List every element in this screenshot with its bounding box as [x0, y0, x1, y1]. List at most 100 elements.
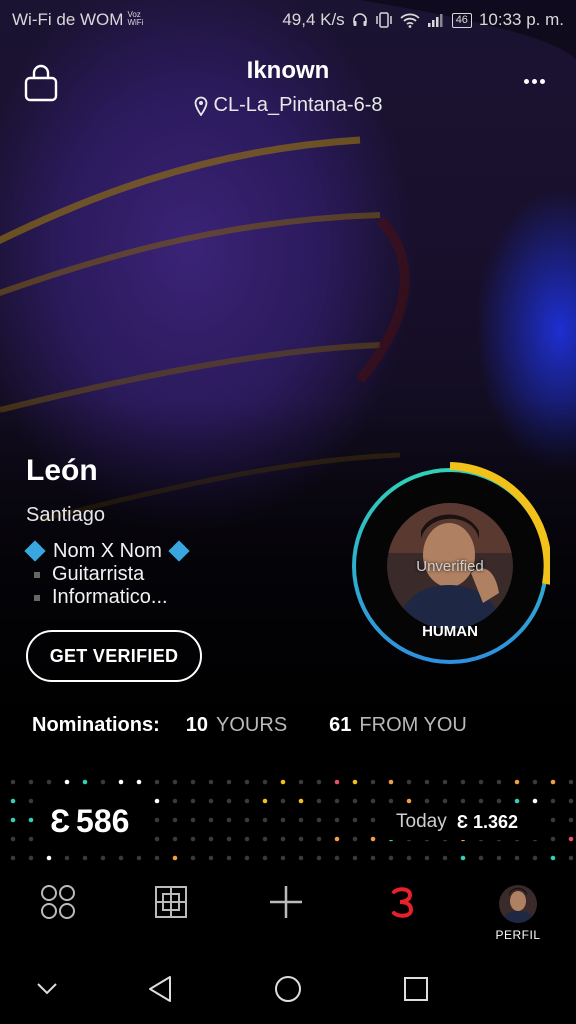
- activity-dot: [316, 836, 322, 842]
- location-text: CL-La_Pintana-6-8: [213, 94, 383, 116]
- activity-dot: [352, 836, 358, 842]
- activity-dot: [226, 836, 232, 842]
- activity-dot: [280, 779, 286, 785]
- activity-dot: [10, 817, 16, 823]
- activity-dot: [352, 855, 358, 861]
- activity-dot: [406, 855, 412, 861]
- activity-dot: [550, 779, 556, 785]
- activity-dot: [568, 779, 574, 785]
- activity-dot: [316, 779, 322, 785]
- tab-wallet[interactable]: [372, 884, 432, 944]
- nominations-from-you-count[interactable]: 61: [329, 714, 351, 737]
- home-icon[interactable]: [273, 974, 303, 1004]
- activity-dot: [478, 798, 484, 804]
- activity-dot: [226, 779, 232, 785]
- recent-apps-icon[interactable]: [403, 974, 429, 1004]
- location-label[interactable]: CL-La_Pintana-6-8: [0, 94, 576, 117]
- activity-dot: [244, 817, 250, 823]
- activity-dot: [496, 798, 502, 804]
- activity-dot: [244, 779, 250, 785]
- bio-line-2: Guitarrista: [52, 563, 145, 585]
- activity-dot: [442, 779, 448, 785]
- carrier-label: Wi-Fi de WOM: [12, 10, 124, 29]
- activity-dot: [352, 798, 358, 804]
- activity-dot: [478, 855, 484, 861]
- activity-dot: [298, 855, 304, 861]
- activity-dot: [370, 817, 376, 823]
- activity-dot: [460, 855, 466, 861]
- activity-dot: [262, 798, 268, 804]
- activity-dot: [514, 779, 520, 785]
- activity-dot: [46, 779, 52, 785]
- activity-dot: [280, 855, 286, 861]
- system-navigation-bar: [0, 954, 576, 1024]
- activity-dot: [172, 855, 178, 861]
- activity-dot: [64, 855, 70, 861]
- status-bar: Wi-Fi de WOM Voz WiFi 49,4 K/s 46 10:33 p…: [0, 0, 576, 40]
- voz-wifi-badge: Voz WiFi: [127, 10, 144, 27]
- activity-dot: [190, 779, 196, 785]
- nominations-yours-label[interactable]: YOURS: [216, 714, 287, 737]
- activity-dot: [334, 836, 340, 842]
- grid-icon: [155, 886, 187, 918]
- activity-dot: [316, 855, 322, 861]
- activity-dot: [388, 779, 394, 785]
- activity-dot: [568, 798, 574, 804]
- battery-icon: 46: [451, 12, 472, 28]
- tab-grid[interactable]: [141, 884, 201, 944]
- activity-dot: [262, 779, 268, 785]
- activity-dot: [226, 817, 232, 823]
- activity-dot: [370, 779, 376, 785]
- activity-dot: [190, 817, 196, 823]
- diamond-icon: [168, 540, 190, 562]
- activity-dot: [208, 855, 214, 861]
- activity-dot: [406, 798, 412, 804]
- activity-dot: [172, 779, 178, 785]
- activity-dot: [154, 817, 160, 823]
- activity-dot: [568, 855, 574, 861]
- activity-dot: [334, 855, 340, 861]
- activity-dot: [460, 779, 466, 785]
- more-options-icon[interactable]: [524, 76, 546, 86]
- activity-dot: [460, 798, 466, 804]
- activity-dot: [118, 855, 124, 861]
- back-icon[interactable]: [146, 974, 174, 1004]
- profile-city: Santiago: [26, 504, 105, 526]
- get-verified-button[interactable]: GET VERIFIED: [26, 630, 202, 682]
- activity-dot: [28, 798, 34, 804]
- tab-perfil-label: PERFIL: [495, 928, 541, 942]
- currency-icon: Ɛ: [50, 803, 71, 839]
- activity-dot: [316, 798, 322, 804]
- nominations-yours-count[interactable]: 10: [186, 714, 208, 737]
- activity-dot: [10, 855, 16, 861]
- vibrate-icon: [375, 12, 392, 28]
- activity-dot: [352, 817, 358, 823]
- activity-dot: [496, 779, 502, 785]
- avatar-type-label: HUMAN: [422, 623, 478, 640]
- activity-dot: [28, 817, 34, 823]
- activity-dot: [172, 798, 178, 804]
- activity-dot: [262, 836, 268, 842]
- nominations-from-you-label[interactable]: FROM YOU: [359, 714, 466, 737]
- activity-dot: [172, 817, 178, 823]
- activity-dot: [28, 855, 34, 861]
- tab-add[interactable]: [256, 884, 316, 944]
- activity-dot: [10, 798, 16, 804]
- profile-avatar-icon: [499, 885, 537, 923]
- activity-dot: [82, 779, 88, 785]
- activity-dot: [550, 855, 556, 861]
- activity-dot: [244, 836, 250, 842]
- chevron-down-icon[interactable]: [36, 982, 58, 996]
- tab-feed[interactable]: [28, 884, 88, 944]
- activity-dot: [208, 836, 214, 842]
- tab-perfil[interactable]: PERFIL: [488, 884, 548, 944]
- activity-dot: [64, 779, 70, 785]
- activity-dot: [442, 798, 448, 804]
- activity-dot: [568, 817, 574, 823]
- activity-dot: [46, 855, 52, 861]
- activity-dot: [100, 779, 106, 785]
- activity-dot: [280, 817, 286, 823]
- activity-dot: [28, 779, 34, 785]
- location-pin-icon: [194, 96, 207, 116]
- page-title: Iknown: [246, 57, 330, 84]
